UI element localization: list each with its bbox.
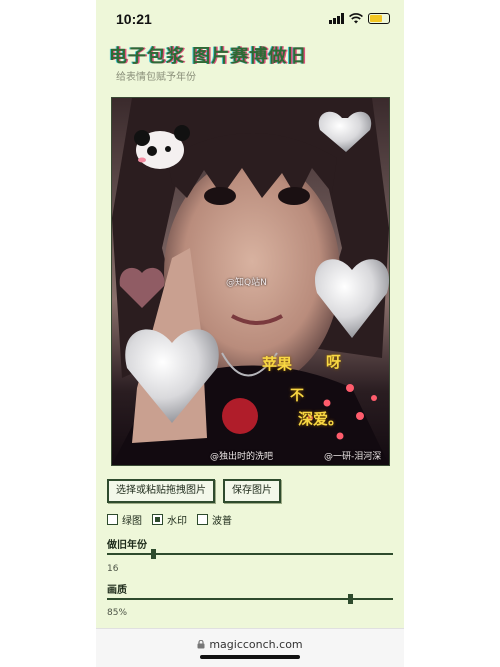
action-buttons: 选择或粘贴拖拽图片 保存图片 [107,479,281,503]
page-title: 电子包浆 图片赛博做旧 [109,46,307,67]
watermark-checkbox[interactable] [152,514,163,525]
watermark-bottom-left: @独出时的洗吧 [210,452,274,462]
green-checkbox[interactable] [107,514,118,525]
option-pop-label: 波普 [212,516,232,527]
status-bar: 10:21 [96,0,404,36]
save-image-button[interactable]: 保存图片 [223,479,281,503]
right-eye [278,187,310,205]
status-time: 10:21 [116,11,152,27]
left-eye [204,187,236,205]
lock-icon [197,639,205,649]
page-subtitle: 给表情包赋予年份 [116,72,196,83]
home-indicator [200,655,300,659]
choose-image-button[interactable]: 选择或粘贴拖拽图片 [107,479,215,503]
age-slider-thumb[interactable] [150,549,156,559]
wifi-icon [349,12,363,23]
url-display[interactable]: magicconch.com [96,638,404,651]
cellular-signal-icon [329,12,344,24]
url-text: magicconch.com [209,638,303,651]
watermark-bottom-right: @一研-泪河深 [324,452,382,462]
option-green-label: 绿图 [122,516,142,527]
browser-url-bar[interactable]: magicconch.com [96,628,404,667]
option-watermark[interactable]: 水印 [152,512,187,527]
phone-screen: 10:21 电子包浆 图片赛博做旧 给表情包赋予年份 苹果 呀 不 深爱。 @知… [96,0,404,667]
sticker-text-1: 苹果 [262,355,293,373]
option-green[interactable]: 绿图 [107,512,142,527]
rose [222,398,258,434]
preview-image: 苹果 呀 不 深爱。 @知Q站N @独出时的洗吧 @一研-泪河深 [111,97,390,466]
sticker-text-4: 深爱。 [298,410,344,428]
watermark-center: @知Q站N [226,278,267,288]
quality-slider[interactable] [107,594,393,604]
option-watermark-label: 水印 [167,516,187,527]
quality-value: 85% [107,608,128,618]
age-value: 16 [107,564,119,574]
battery-icon [368,12,390,24]
status-icons [329,12,390,24]
effect-options: 绿图 水印 波普 [107,512,232,527]
pop-checkbox[interactable] [197,514,208,525]
age-slider[interactable] [107,549,393,559]
option-pop[interactable]: 波普 [197,512,232,527]
quality-slider-thumb[interactable] [348,594,354,604]
sticker-text-3: 不 [290,388,304,404]
sticker-text-2: 呀 [326,353,342,371]
